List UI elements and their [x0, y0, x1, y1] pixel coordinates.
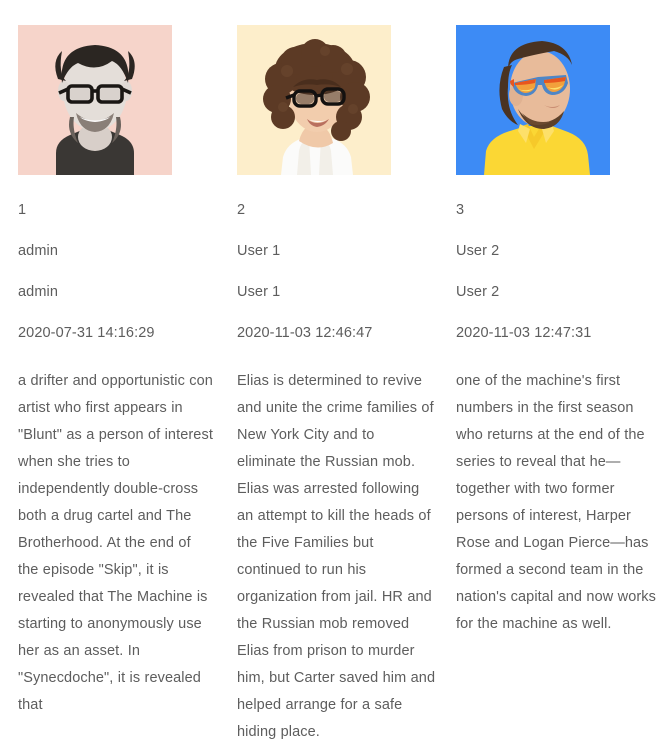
- record-timestamp: 2020-07-31 14:16:29: [18, 325, 155, 341]
- record-user: User 2: [456, 243, 500, 259]
- record-card: 1 admin admin 2020-07-31 14:16:29 a drif…: [0, 25, 219, 713]
- record-card: 2 User 1 User 1 2020-11-03 12:46:47 Elia…: [219, 25, 438, 740]
- record-photo: [456, 25, 610, 175]
- record-description: Elias is determined to revive and unite …: [237, 373, 436, 740]
- record-name: User 2: [456, 284, 500, 300]
- record-name: admin: [18, 284, 58, 300]
- record-description: a drifter and opportunistic con artist w…: [18, 373, 213, 713]
- record-name: User 1: [237, 284, 281, 300]
- record-user: User 1: [237, 243, 281, 259]
- record-description: one of the machine's first numbers in th…: [456, 373, 657, 632]
- record-user: admin: [18, 243, 58, 259]
- portrait-man-glasses-icon: [18, 25, 172, 175]
- record-id: 1: [18, 202, 27, 218]
- record-id: 2: [237, 202, 246, 218]
- record-photo: [237, 25, 391, 175]
- portrait-woman-curly-hair-icon: [237, 25, 391, 175]
- record-card: 3 User 2 User 2 2020-11-03 12:47:31 one …: [438, 25, 657, 641]
- record-id: 3: [456, 202, 465, 218]
- record-photo: [18, 25, 172, 175]
- records-grid: 1 admin admin 2020-07-31 14:16:29 a drif…: [0, 0, 663, 740]
- record-timestamp: 2020-11-03 12:46:47: [237, 325, 373, 341]
- record-timestamp: 2020-11-03 12:47:31: [456, 325, 592, 341]
- portrait-man-sunglasses-icon: [456, 25, 610, 175]
